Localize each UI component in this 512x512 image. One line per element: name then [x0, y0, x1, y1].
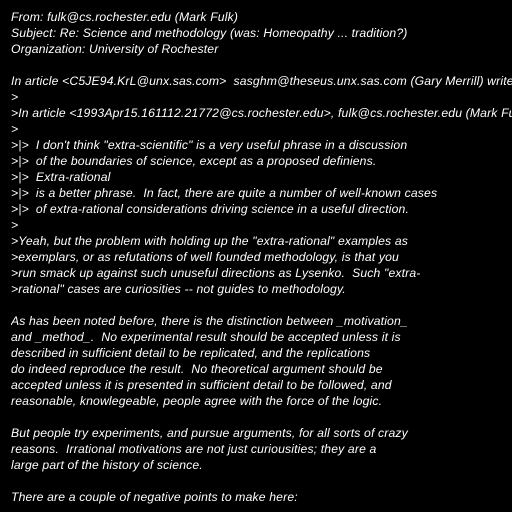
organization-header: Organization: University of Rochester: [11, 42, 219, 56]
from-header: From: fulk@cs.rochester.edu (Mark Fulk): [11, 10, 239, 24]
text-line: There are a couple of negative points to…: [11, 490, 298, 504]
text-line: >: [11, 90, 19, 104]
text-line: But people try experiments, and pursue a…: [11, 426, 408, 440]
text-line: reasons. Irrational motivations are not …: [11, 442, 377, 456]
text-line: described in sufficient detail to be rep…: [11, 346, 371, 360]
text-line: large part of the history of science.: [11, 458, 203, 472]
text-line: >|> I don't think "extra-scientific" is …: [11, 138, 408, 152]
text-line: >: [11, 122, 19, 136]
text-line: As has been noted before, there is the d…: [11, 314, 408, 328]
text-line: >In article <1993Apr15.161112.21772@cs.r…: [11, 106, 512, 120]
text-line: >|> of extra-rational considerations dri…: [11, 202, 410, 216]
text-line: >rational" cases are curiosities -- not …: [11, 282, 346, 296]
message-body: From: fulk@cs.rochester.edu (Mark Fulk) …: [11, 9, 512, 505]
text-line: >|> Extra-rational: [11, 170, 111, 184]
text-line: >|> of the boundaries of science, except…: [11, 154, 377, 168]
subject-header: Subject: Re: Science and methodology (wa…: [11, 26, 408, 40]
text-line: >|> is a better phrase. In fact, there a…: [11, 186, 438, 200]
text-line: >exemplars, or as refutations of well fo…: [11, 250, 399, 264]
text-line: and _method_. No experimental result sho…: [11, 330, 401, 344]
text-line: do indeed reproduce the result. No theor…: [11, 362, 383, 376]
text-line: In article <C5JE94.KrL@unx.sas.com> sasg…: [11, 74, 512, 88]
text-line: [11, 297, 512, 313]
text-line: [11, 473, 512, 489]
text-line: >Yeah, but the problem with holding up t…: [11, 234, 409, 248]
text-line: >run smack up against such unuseful dire…: [11, 266, 421, 280]
text-line: reasonable, knowlegeable, people agree w…: [11, 394, 383, 408]
text-line: [11, 409, 512, 425]
text-line: [11, 57, 512, 73]
text-line: >: [11, 218, 19, 232]
text-line: accepted unless it is presented in suffi…: [11, 378, 392, 392]
